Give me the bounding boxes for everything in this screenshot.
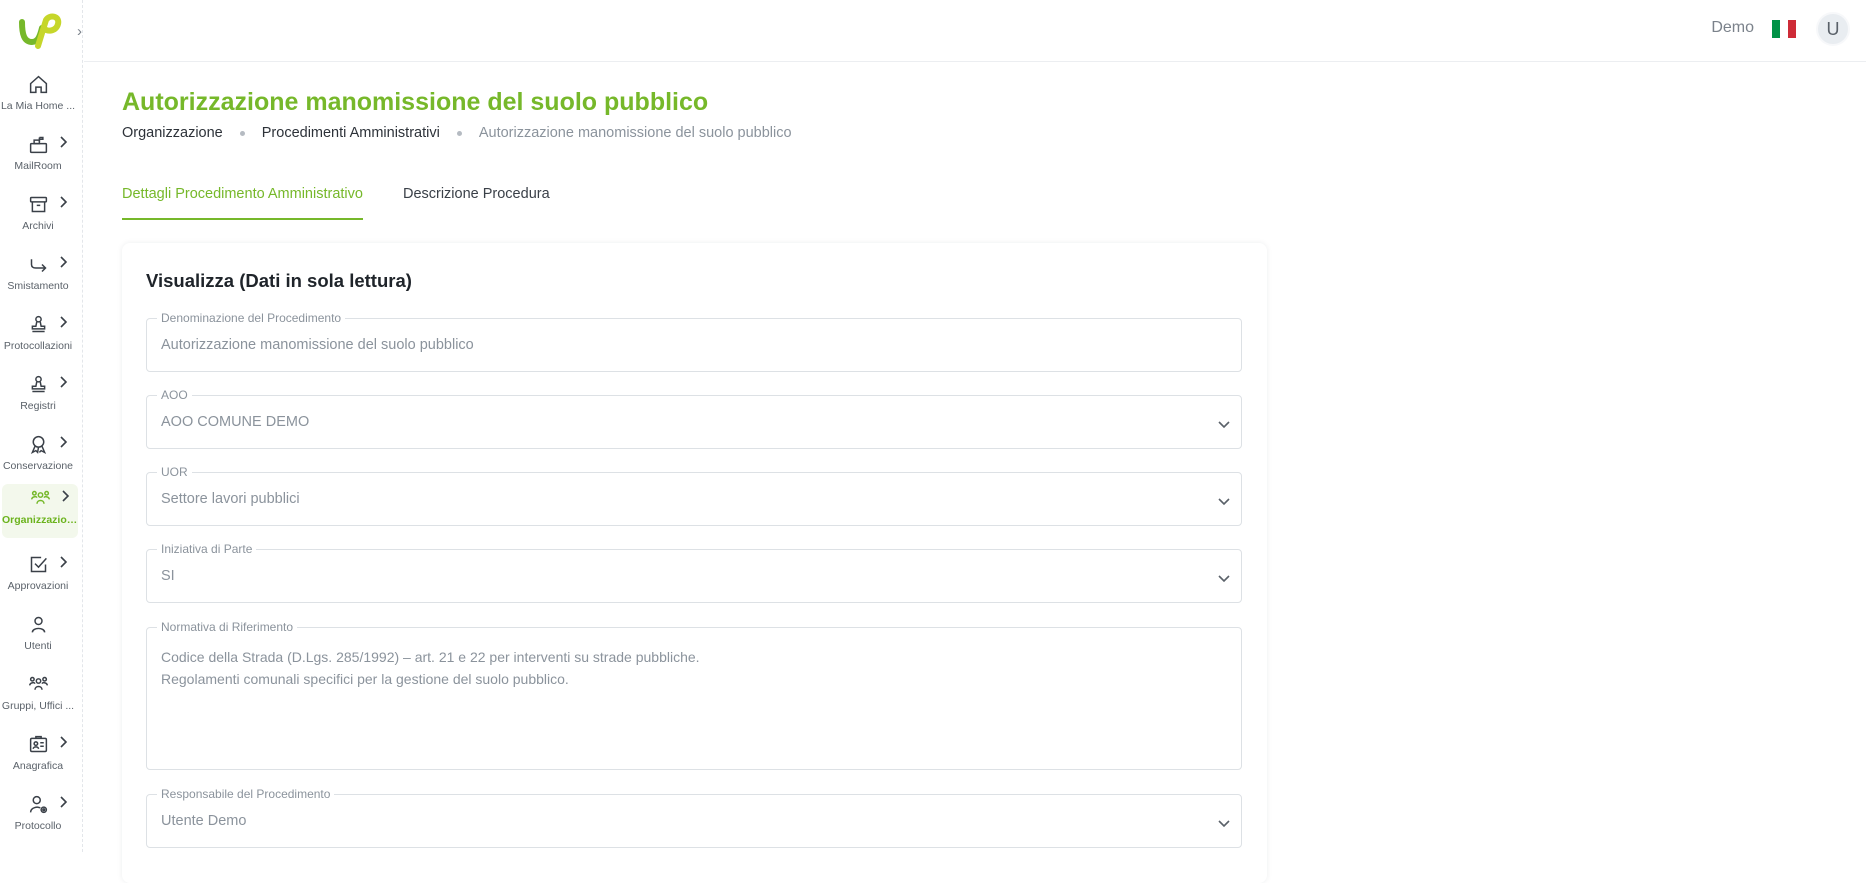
sidebar-item-label: Conservazione bbox=[2, 460, 74, 472]
breadcrumb-organizzazione[interactable]: Organizzazione bbox=[122, 125, 223, 141]
sidebar-item-home[interactable]: La Mia Home ... bbox=[0, 70, 78, 124]
sidebar: › La Mia Home ... MailRoom Archivi Smist… bbox=[0, 0, 83, 852]
sidebar-item-anagrafica[interactable]: Anagrafica bbox=[0, 730, 78, 784]
denominazione-field[interactable]: Denominazione del Procedimento Autorizza… bbox=[146, 311, 1242, 372]
sidebar-item-smistamento[interactable]: Smistamento bbox=[0, 250, 78, 304]
breadcrumb: Organizzazione Procedimenti Amministrati… bbox=[122, 125, 792, 141]
field-label: Denominazione del Procedimento bbox=[157, 311, 346, 325]
sidebar-item-label: Protocollazioni bbox=[3, 340, 73, 352]
field-label: UOR bbox=[157, 465, 192, 479]
field-value: SI bbox=[161, 568, 175, 584]
sidebar-item-label: Smistamento bbox=[7, 280, 69, 292]
field-value: AOO COMUNE DEMO bbox=[161, 414, 310, 430]
sidebar-item-label: Protocollo bbox=[14, 820, 62, 832]
aoo-select[interactable]: AOO AOO COMUNE DEMO bbox=[146, 388, 1242, 449]
field-value: Settore lavori pubblici bbox=[161, 491, 300, 507]
id-card-icon bbox=[28, 734, 49, 755]
chevron-right-icon bbox=[58, 435, 68, 449]
page-title: Autorizzazione manomissione del suolo pu… bbox=[122, 88, 709, 116]
field-label: Responsabile del Procedimento bbox=[157, 787, 335, 801]
responsabile-select[interactable]: Responsabile del Procedimento Utente Dem… bbox=[146, 787, 1242, 848]
sidebar-item-organizzazione[interactable]: Organizzazione bbox=[2, 484, 78, 538]
sidebar-item-protocollo[interactable]: Protocollo bbox=[0, 790, 78, 844]
language-flag-icon[interactable] bbox=[1772, 20, 1796, 38]
sidebar-item-label: Anagrafica bbox=[12, 760, 64, 772]
tab-dettagli[interactable]: Dettagli Procedimento Amministrativo bbox=[122, 180, 363, 220]
user-name[interactable]: Demo bbox=[1711, 19, 1754, 37]
breadcrumb-current: Autorizzazione manomissione del suolo pu… bbox=[478, 125, 792, 141]
chevron-down-icon[interactable] bbox=[1217, 570, 1231, 583]
textarea-line: Codice della Strada (D.Lgs. 285/1992) – … bbox=[161, 649, 700, 665]
sidebar-item-label: MailRoom bbox=[14, 160, 62, 172]
chevron-right-icon bbox=[58, 255, 68, 269]
field-value: Utente Demo bbox=[161, 813, 247, 829]
sidebar-item-label: Archivi bbox=[22, 220, 54, 232]
uor-select[interactable]: UOR Settore lavori pubblici bbox=[146, 465, 1242, 526]
textarea-content: Codice della Strada (D.Lgs. 285/1992) – … bbox=[161, 646, 700, 690]
home-icon bbox=[28, 74, 49, 95]
chevron-right-icon bbox=[58, 735, 68, 749]
user-settings-icon bbox=[28, 794, 49, 815]
stamp-icon bbox=[28, 314, 49, 335]
form-card: Visualizza (Dati in sola lettura) Denomi… bbox=[122, 243, 1267, 883]
topbar: Demo U bbox=[84, 0, 1866, 62]
chevron-down-icon[interactable] bbox=[1217, 493, 1231, 506]
chevron-right-icon bbox=[58, 375, 68, 389]
textarea-line: Regolamenti comunali specifici per la ge… bbox=[161, 671, 569, 687]
breadcrumb-procedimenti[interactable]: Procedimenti Amministrativi bbox=[262, 125, 440, 141]
sidebar-item-registri[interactable]: Registri bbox=[0, 370, 78, 424]
sidebar-item-conservazione[interactable]: Conservazione bbox=[0, 430, 78, 484]
sidebar-item-label: La Mia Home ... bbox=[0, 100, 76, 112]
chevron-right-icon bbox=[58, 135, 68, 149]
avatar[interactable]: U bbox=[1816, 12, 1850, 46]
field-label: Iniziativa di Parte bbox=[157, 542, 257, 556]
user-icon bbox=[28, 614, 49, 635]
sidebar-item-approvazioni[interactable]: Approvazioni bbox=[0, 550, 78, 604]
stamp-icon bbox=[28, 374, 49, 395]
award-icon bbox=[28, 434, 49, 455]
app-logo[interactable] bbox=[16, 10, 62, 50]
sidebar-item-label: Registri bbox=[20, 400, 56, 412]
chevron-down-icon[interactable] bbox=[1217, 815, 1231, 828]
sidebar-item-gruppi-uffici[interactable]: Gruppi, Uffici ... bbox=[0, 670, 78, 724]
sidebar-item-label: Utenti bbox=[24, 640, 52, 652]
sidebar-item-label: Approvazioni bbox=[7, 580, 69, 592]
group-icon bbox=[28, 674, 49, 695]
chevron-right-icon bbox=[58, 795, 68, 809]
field-value: Autorizzazione manomissione del suolo pu… bbox=[161, 337, 474, 353]
chevron-right-icon bbox=[58, 195, 68, 209]
sidebar-item-utenti[interactable]: Utenti bbox=[0, 610, 78, 664]
sidebar-item-mailroom[interactable]: MailRoom bbox=[0, 130, 78, 184]
field-label: Normativa di Riferimento bbox=[157, 620, 298, 634]
mailbox-icon bbox=[28, 134, 49, 155]
checkbox-icon bbox=[28, 554, 49, 575]
form-title: Visualizza (Dati in sola lettura) bbox=[146, 270, 412, 291]
sidebar-item-label: Organizzazione bbox=[2, 514, 78, 526]
iniziativa-select[interactable]: Iniziativa di Parte SI bbox=[146, 542, 1242, 603]
tab-descrizione[interactable]: Descrizione Procedura bbox=[403, 180, 550, 220]
chevron-right-icon bbox=[58, 315, 68, 329]
breadcrumb-separator bbox=[456, 130, 462, 136]
sidebar-item-label: Gruppi, Uffici ... bbox=[1, 700, 75, 712]
archive-icon bbox=[28, 194, 49, 215]
sidebar-item-archivi[interactable]: Archivi bbox=[0, 190, 78, 244]
users-icon bbox=[30, 488, 51, 509]
field-label: AOO bbox=[157, 388, 192, 402]
chevron-right-icon bbox=[60, 489, 70, 503]
tabs: Dettagli Procedimento Amministrativo Des… bbox=[122, 180, 590, 220]
normativa-textarea[interactable]: Normativa di Riferimento Codice della St… bbox=[146, 620, 1242, 770]
chevron-right-icon bbox=[58, 555, 68, 569]
breadcrumb-separator bbox=[239, 130, 245, 136]
sidebar-item-protocollazioni[interactable]: Protocollazioni bbox=[0, 310, 78, 364]
forward-icon bbox=[28, 254, 49, 275]
chevron-down-icon[interactable] bbox=[1217, 416, 1231, 429]
